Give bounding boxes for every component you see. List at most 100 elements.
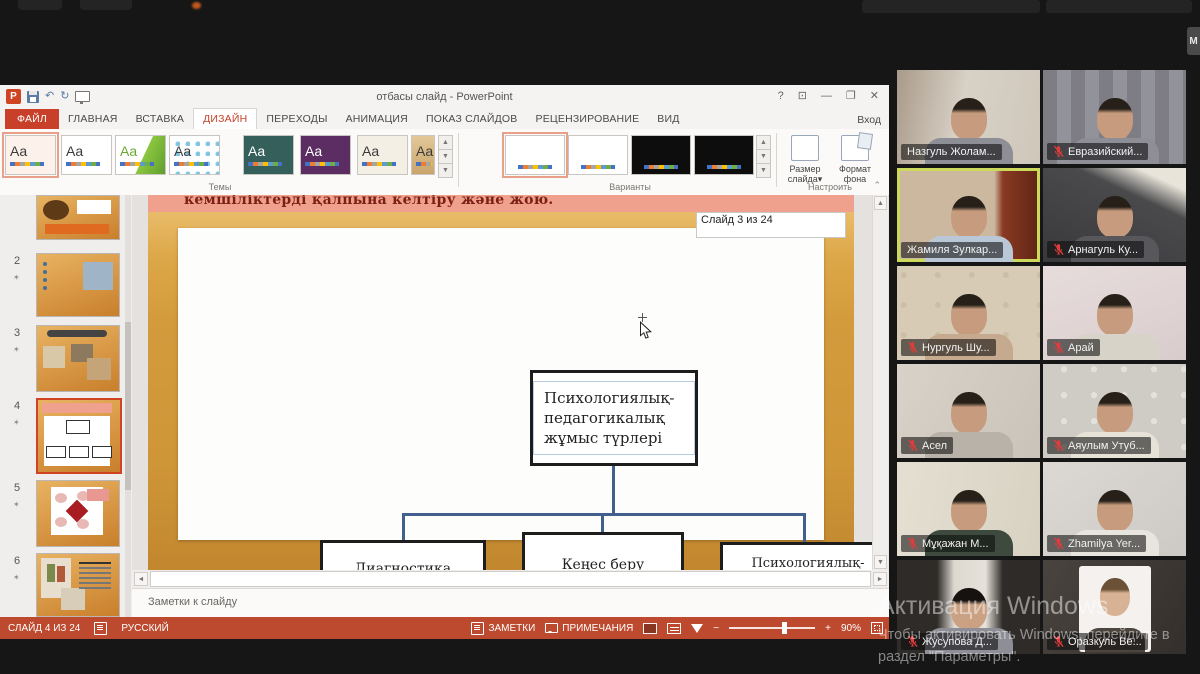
tab-review[interactable]: РЕЦЕНЗИРОВАНИЕ	[527, 109, 649, 129]
participant-tile[interactable]: Zhamilya Yer...	[1043, 462, 1186, 556]
zoom-slider[interactable]	[729, 627, 815, 629]
variant-thumbnail[interactable]	[631, 135, 691, 175]
variant-thumbnail[interactable]	[694, 135, 754, 175]
slide-size-icon	[791, 135, 819, 161]
comments-icon	[545, 623, 558, 633]
participant-tile[interactable]: Арнагуль Ку...	[1043, 168, 1186, 262]
restore-button[interactable]: ❐	[846, 91, 856, 102]
tab-transitions[interactable]: ПЕРЕХОДЫ	[257, 109, 336, 129]
fit-slide-button[interactable]	[871, 622, 883, 634]
side-tab-m[interactable]: M	[1187, 27, 1200, 55]
slide-thumbnail-3[interactable]	[36, 325, 120, 392]
view-reading-button[interactable]	[667, 623, 681, 634]
variant-thumbnail[interactable]	[568, 135, 628, 175]
participant-tile[interactable]: Назгуль Жолам...	[897, 70, 1040, 164]
participant-tile[interactable]: Евразийский...	[1043, 70, 1186, 164]
variant-thumbnail-current[interactable]	[505, 135, 565, 175]
muted-mic-icon	[1053, 537, 1064, 550]
tab-insert[interactable]: ВСТАВКА	[127, 109, 193, 129]
theme-thumbnail[interactable]: Aa	[115, 135, 166, 175]
ribbon-design: Aa Aa Aa Aa Aa Aa Aa Aa Темы ▲ ▼ ▼ Вариа…	[0, 129, 889, 196]
scroll-down-arrow[interactable]: ▼	[874, 555, 887, 569]
slide-thumbnail-6[interactable]	[36, 553, 120, 617]
connector-line	[402, 513, 405, 540]
orgchart-child-box-1[interactable]: Диагностика	[320, 540, 486, 570]
slide-text-banner[interactable]: кемшіліктерді қалпына келтіру және жою.	[148, 195, 854, 212]
minimize-button[interactable]: —	[821, 91, 832, 102]
slide-thumbnail-5[interactable]	[36, 480, 120, 547]
slide-thumbnail-4-selected[interactable]	[36, 398, 122, 474]
participant-tile-active-speaker[interactable]: Жамиля Зулкар...	[897, 168, 1040, 262]
slide-size-button[interactable]: Размер слайда▾	[781, 135, 829, 185]
muted-mic-icon	[907, 341, 918, 354]
participant-tile[interactable]: Мұқажан М...	[897, 462, 1040, 556]
theme-thumbnail[interactable]: Aa	[357, 135, 408, 175]
participant-tile[interactable]: Асел	[897, 364, 1040, 458]
tab-view[interactable]: ВИД	[648, 109, 688, 129]
collapse-ribbon-icon[interactable]: ⌃	[873, 180, 881, 191]
tab-slideshow[interactable]: ПОКАЗ СЛАЙДОВ	[417, 109, 527, 129]
format-background-button[interactable]: Формат фона	[831, 135, 879, 185]
group-label-variants: Варианты	[570, 182, 690, 192]
participant-tile[interactable]: Нургуль Шу...	[897, 266, 1040, 360]
vertical-scrollbar[interactable]: ▲ ▼	[872, 195, 888, 570]
notes-pane[interactable]: Заметки к слайду	[132, 588, 889, 618]
notification-dot	[192, 2, 201, 9]
zoom-level[interactable]: 90%	[841, 623, 861, 634]
notes-status-icon[interactable]	[94, 622, 107, 635]
theme-thumbnail[interactable]: Aa	[169, 135, 220, 175]
help-button[interactable]: ?	[778, 91, 784, 102]
view-slideshow-button[interactable]	[691, 624, 703, 633]
theme-thumbnail[interactable]: Aa	[300, 135, 351, 175]
zoom-slider-thumb[interactable]	[782, 622, 787, 634]
ribbon-options-button[interactable]: ⊡	[798, 91, 807, 102]
zoom-out-button[interactable]: −	[713, 623, 719, 634]
slide-content-area[interactable]	[178, 228, 824, 540]
slide-thumbnail-1[interactable]	[36, 195, 120, 240]
animation-star-icon: ✶	[13, 573, 20, 582]
screen: M P ↶ ↻ отбасы слайд - PowerPoint ? ⊡ — …	[0, 0, 1200, 674]
tab-design[interactable]: ДИЗАЙН	[193, 108, 257, 129]
taskbar-fragment	[18, 0, 62, 10]
tab-file[interactable]: ФАЙЛ	[5, 109, 59, 129]
panel-scrollbar[interactable]	[125, 195, 131, 617]
themes-more-button[interactable]: ▼	[438, 163, 453, 178]
scrollbar-track[interactable]	[150, 571, 871, 587]
participant-tile[interactable]: Аяулым Утуб...	[1043, 364, 1186, 458]
tab-home[interactable]: ГЛАВНАЯ	[59, 109, 127, 129]
comments-toggle-button[interactable]: ПРИМЕЧАНИЯ	[545, 623, 633, 634]
scroll-up-arrow[interactable]: ▲	[874, 196, 887, 210]
participant-tile[interactable]: Оразкуль Ве...	[1043, 560, 1186, 654]
language-indicator[interactable]: РУССКИЙ	[121, 623, 168, 634]
theme-thumbnail[interactable]: Aa	[411, 135, 435, 175]
participant-name-tag: Оразкуль Ве...	[1047, 633, 1148, 650]
variants-more-button[interactable]: ▼	[756, 163, 771, 178]
close-button[interactable]: ✕	[870, 91, 879, 102]
scroll-left-arrow[interactable]: ◄	[134, 572, 148, 586]
themes-scroll-up[interactable]: ▲	[438, 135, 453, 150]
tab-animations[interactable]: АНИМАЦИЯ	[337, 109, 417, 129]
scroll-right-arrow[interactable]: ►	[873, 572, 887, 586]
participant-name-tag: Жамиля Зулкар...	[901, 242, 1003, 258]
slide-thumbnail-2[interactable]	[36, 253, 120, 317]
orgchart-child-box-2[interactable]: Кеңес беру	[522, 532, 684, 570]
participant-tile[interactable]: Жусупова Д...	[897, 560, 1040, 654]
mouse-cursor-icon	[639, 321, 653, 345]
theme-thumbnail-current[interactable]: Aa	[5, 135, 56, 175]
slide-background[interactable]: Психологиялық-педагогикалық жұмыс түрлер…	[148, 212, 854, 570]
variants-scroll-up[interactable]: ▲	[756, 135, 771, 150]
theme-thumbnail[interactable]: Aa	[243, 135, 294, 175]
orgchart-root-box[interactable]: Психологиялық-педагогикалық жұмыс түрлер…	[530, 370, 698, 466]
slide-number: 6	[14, 555, 20, 567]
orgchart-child-box-3[interactable]: Психологиялық-педагогикалық көмек	[720, 542, 872, 570]
notes-toggle-button[interactable]: ЗАМЕТКИ	[471, 622, 535, 635]
themes-scroll-down[interactable]: ▼	[438, 149, 453, 164]
horizontal-scrollbar[interactable]: ◄ ►	[132, 570, 889, 588]
zoom-in-button[interactable]: +	[825, 623, 831, 634]
variants-scroll-down[interactable]: ▼	[756, 149, 771, 164]
view-normal-button[interactable]	[643, 623, 657, 634]
theme-thumbnail[interactable]: Aa	[61, 135, 112, 175]
muted-mic-icon	[1053, 439, 1064, 452]
participant-tile[interactable]: Арай	[1043, 266, 1186, 360]
sign-in-link[interactable]: Вход	[857, 114, 881, 126]
